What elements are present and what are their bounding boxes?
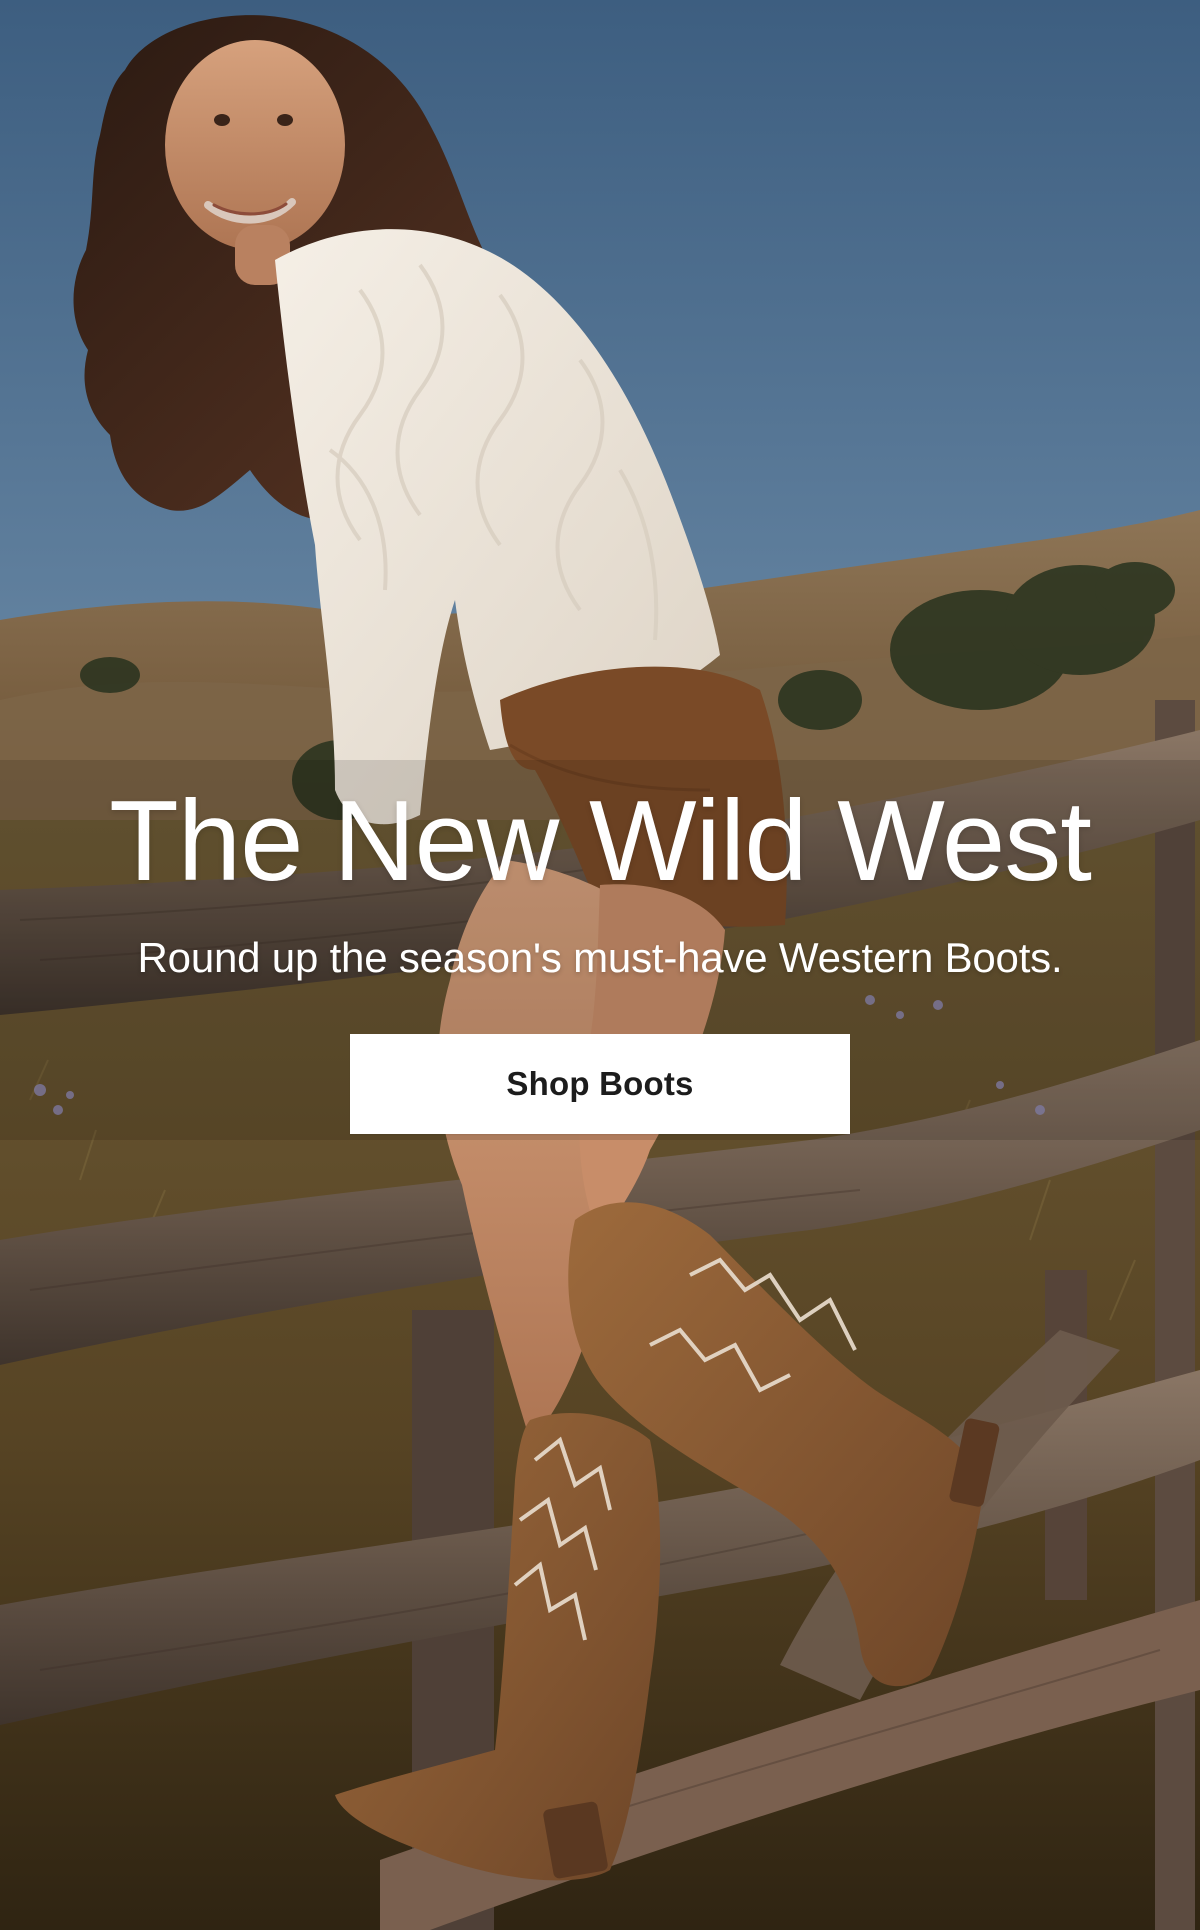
hero-content: The New Wild West Round up the season's …: [0, 778, 1200, 1135]
shop-boots-button[interactable]: Shop Boots: [350, 1034, 850, 1135]
hero-headline: The New Wild West: [109, 778, 1092, 905]
hero-subheadline: Round up the season's must-have Western …: [137, 934, 1063, 981]
hero-banner: The New Wild West Round up the season's …: [0, 0, 1200, 1930]
